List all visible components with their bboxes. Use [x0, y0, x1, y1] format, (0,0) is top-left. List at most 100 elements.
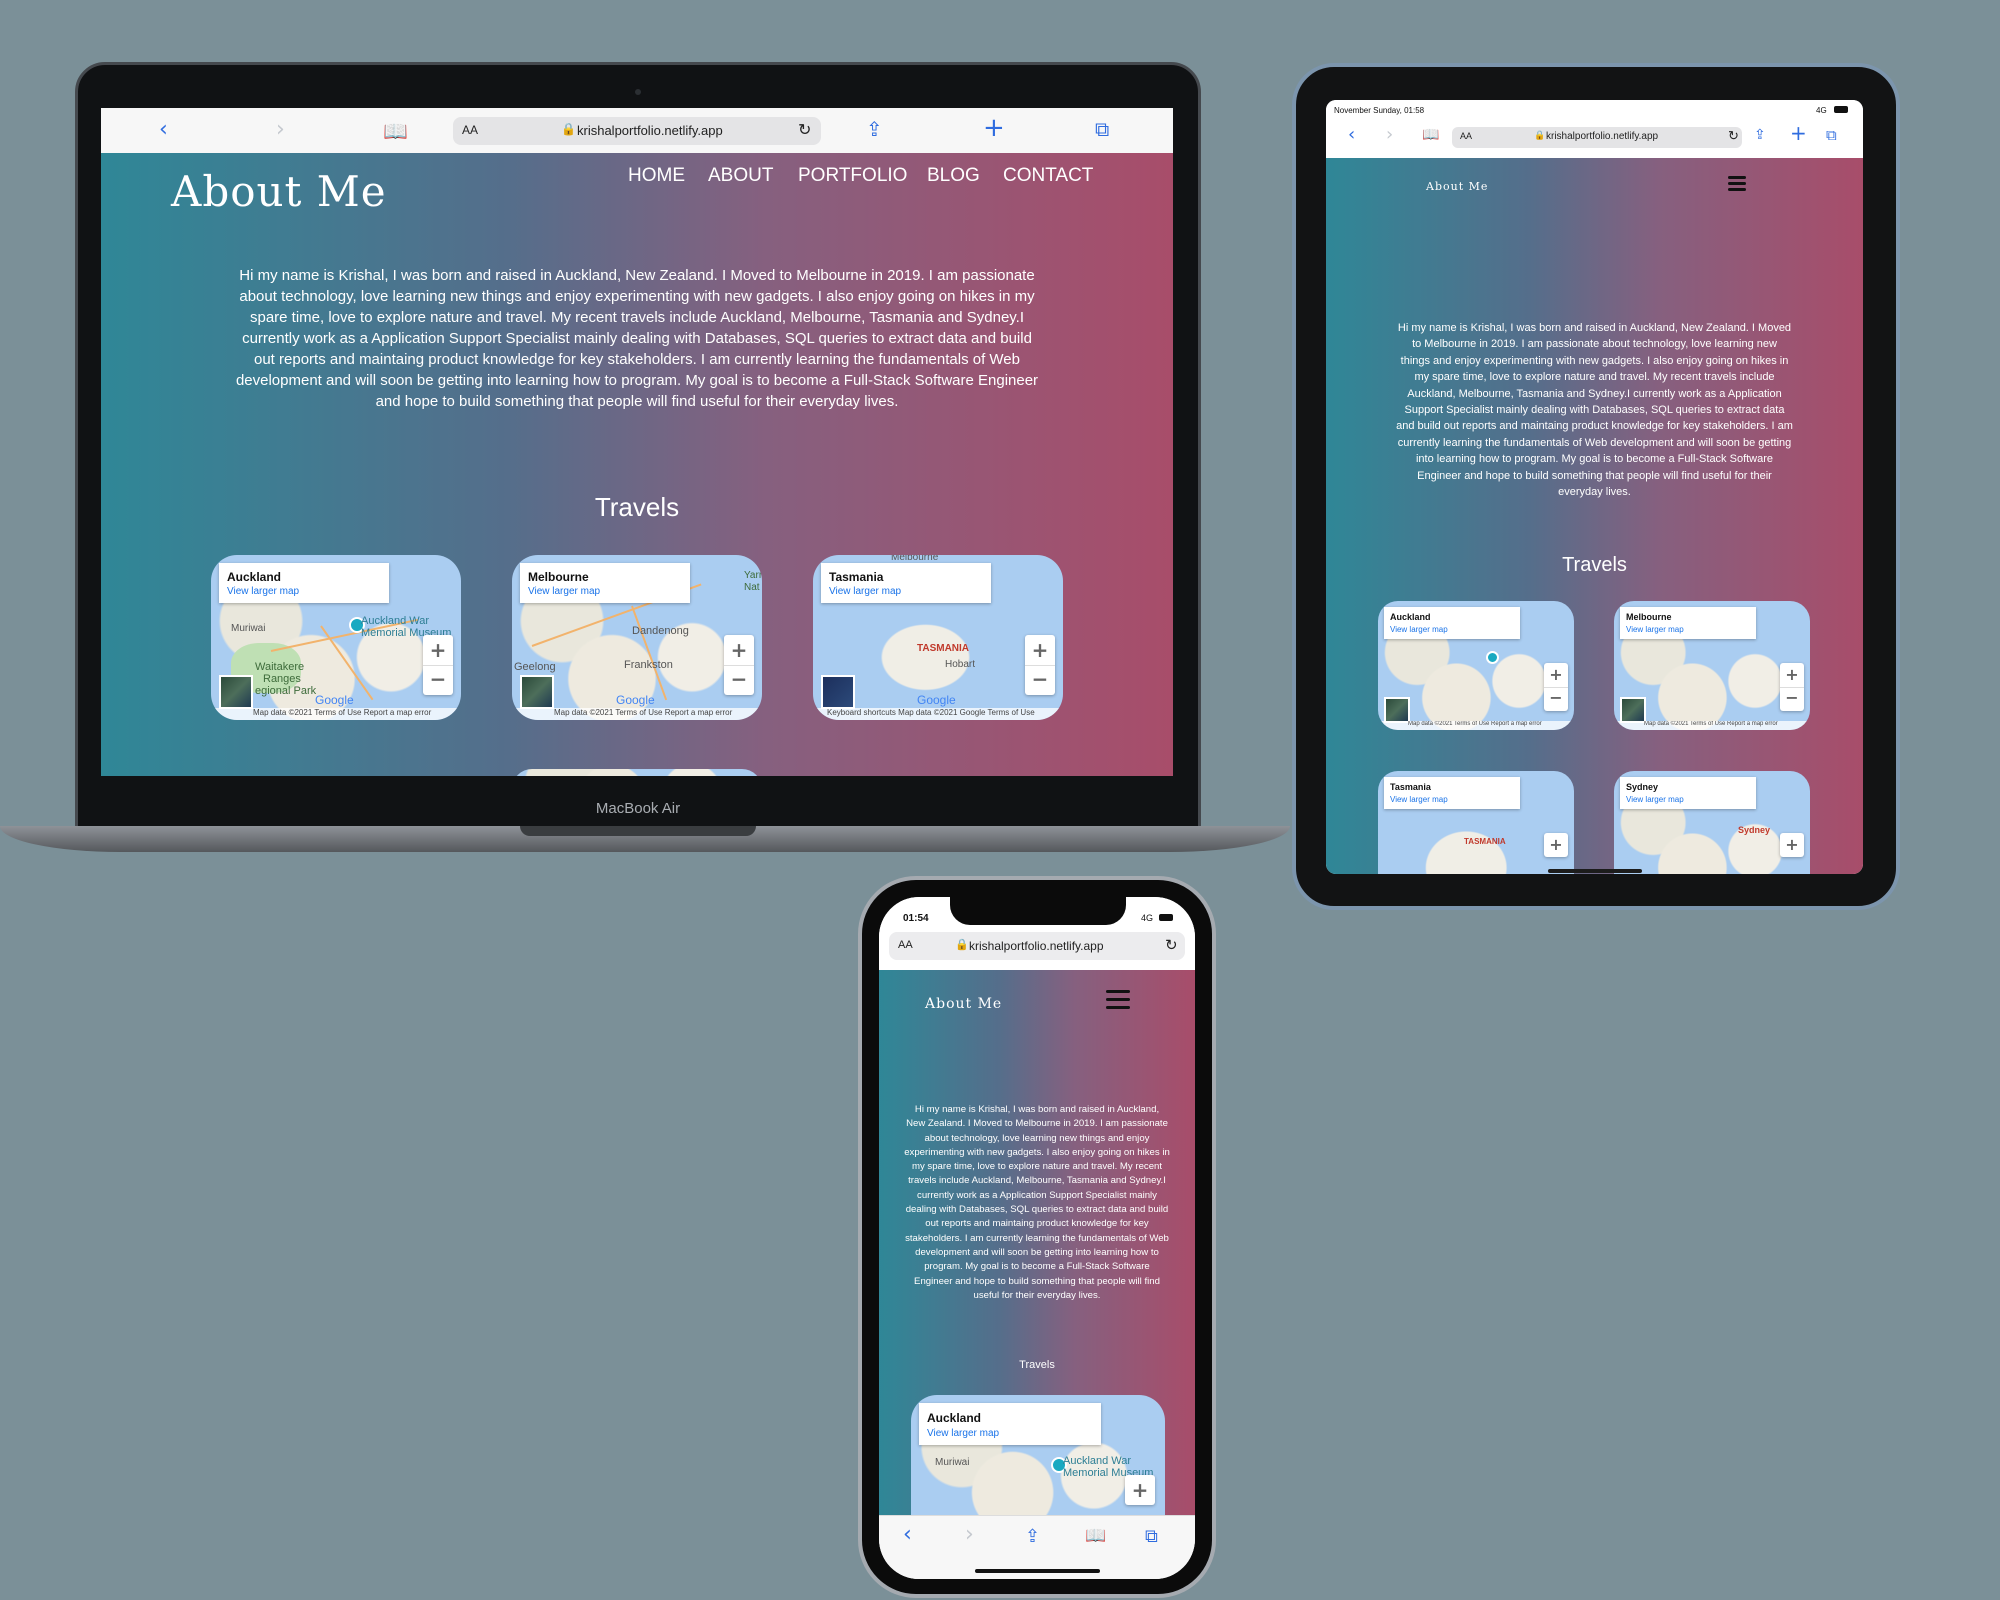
satellite-toggle[interactable]	[821, 675, 855, 709]
safari-toolbar: ‹ › 📖 AA 🔒 krishalportfolio.netlify.app …	[101, 108, 1173, 154]
map-title: Melbourne	[1626, 612, 1672, 622]
museum-pin-icon[interactable]	[1486, 651, 1499, 664]
new-tab-icon[interactable]: +	[983, 113, 1005, 143]
tabs-icon[interactable]: ⧉	[1095, 117, 1109, 141]
menu-icon[interactable]	[1728, 176, 1746, 192]
map-melbourne[interactable]: Dandenong Frankston Geelong Yarra Nat Me…	[512, 555, 762, 720]
map-auckland[interactable]: Auckland War Memorial Museum Muriwai Wai…	[211, 555, 461, 720]
bio-text: Hi my name is Krishal, I was born and ra…	[235, 267, 1039, 410]
site-logo[interactable]: About Me	[925, 996, 1002, 1012]
aa-button[interactable]: AA	[462, 123, 478, 137]
map-info-box: Tasmania View larger map	[1384, 777, 1520, 809]
map-info-box: Tasmania View larger map	[821, 563, 991, 603]
lock-icon: 🔒	[955, 939, 969, 951]
iphone-home-indicator[interactable]	[975, 1569, 1100, 1573]
back-icon[interactable]: ‹	[1348, 124, 1355, 145]
view-larger-map-link[interactable]: View larger map	[829, 586, 901, 597]
zoom-out-button[interactable]: −	[1780, 687, 1804, 712]
site-logo[interactable]: About Me	[171, 167, 387, 216]
map-info-box: Melbourne View larger map	[520, 563, 690, 603]
nav-contact[interactable]: CONTACT	[1003, 165, 1093, 187]
share-icon[interactable]: ⇪	[1754, 127, 1766, 143]
zoom-in-button[interactable]: +	[1025, 635, 1055, 665]
map-label: Nat	[744, 582, 760, 593]
macbook-camera	[635, 89, 641, 95]
map-tasmania[interactable]: TASMANIA Tasmania View larger map +	[1378, 771, 1574, 874]
menu-icon[interactable]	[1106, 990, 1130, 1010]
map-melbourne[interactable]: Melbourne View larger map + − Map data ©…	[1614, 601, 1810, 730]
map-info-box: Auckland View larger map	[919, 1403, 1101, 1445]
back-icon[interactable]: ‹	[903, 1522, 912, 1547]
back-icon[interactable]: ‹	[159, 117, 168, 142]
zoom-in-button[interactable]: +	[724, 635, 754, 665]
map-label: Ranges	[263, 673, 301, 685]
zoom-in-button[interactable]: +	[1544, 833, 1568, 857]
reload-icon[interactable]: ↻	[1165, 936, 1178, 954]
satellite-toggle[interactable]	[1620, 697, 1646, 723]
macbook-notch	[520, 826, 756, 836]
iphone-notch	[950, 895, 1126, 925]
view-larger-map-link[interactable]: View larger map	[1390, 625, 1448, 634]
new-tab-icon[interactable]: +	[1790, 121, 1807, 145]
address-bar[interactable]: AA 🔒 krishalportfolio.netlify.app ↻	[1452, 127, 1742, 148]
url-text: krishalportfolio.netlify.app	[1546, 131, 1659, 142]
forward-icon[interactable]: ›	[1386, 124, 1393, 145]
zoom-in-button[interactable]: +	[1780, 663, 1804, 687]
zoom-in-button[interactable]: +	[423, 635, 453, 665]
map-auckland[interactable]: Auckland View larger map + − Map data ©2…	[1378, 601, 1574, 730]
aa-button[interactable]: AA	[1460, 131, 1472, 141]
view-larger-map-link[interactable]: View larger map	[528, 586, 600, 597]
map-title: Auckland	[227, 570, 282, 584]
map-footer: Map data ©2021 Terms of Use Report a map…	[1614, 721, 1810, 730]
address-bar[interactable]: AA 🔒 krishalportfolio.netlify.app ↻	[453, 117, 821, 145]
map-auckland[interactable]: Auckland War Memorial Museum Muriwai Auc…	[911, 1395, 1165, 1525]
view-larger-map-link[interactable]: View larger map	[227, 586, 299, 597]
map-sydney-partial[interactable]	[512, 769, 762, 776]
site-logo[interactable]: About Me	[1426, 180, 1488, 193]
tabs-icon[interactable]: ⧉	[1145, 1526, 1158, 1547]
nav-home[interactable]: HOME	[628, 165, 685, 187]
zoom-control: + −	[1544, 663, 1568, 711]
map-title: Tasmania	[829, 570, 884, 584]
zoom-out-button[interactable]: −	[423, 665, 453, 696]
aa-button[interactable]: AA	[898, 939, 913, 951]
url-text: krishalportfolio.netlify.app	[969, 939, 1104, 953]
zoom-out-button[interactable]: −	[1025, 665, 1055, 696]
zoom-out-button[interactable]: −	[724, 665, 754, 696]
bookmarks-icon[interactable]: 📖	[383, 119, 408, 143]
map-sydney[interactable]: Sydney Sydney View larger map +	[1614, 771, 1810, 874]
tabs-icon[interactable]: ⧉	[1826, 126, 1837, 144]
satellite-toggle[interactable]	[219, 675, 253, 709]
share-icon[interactable]: ⇪	[866, 117, 883, 141]
forward-icon[interactable]: ›	[965, 1522, 974, 1547]
view-larger-map-link[interactable]: View larger map	[1626, 795, 1684, 804]
zoom-in-button[interactable]: +	[1544, 663, 1568, 687]
zoom-out-button[interactable]: −	[1544, 687, 1568, 712]
zoom-in-button[interactable]: +	[1780, 833, 1804, 857]
bookmarks-icon[interactable]: 📖	[1422, 127, 1439, 143]
ipad-status-right: 4G	[1816, 106, 1827, 115]
map-tasmania[interactable]: Melbourne TASMANIA Hobart Tasmania View …	[813, 555, 1063, 720]
view-larger-map-link[interactable]: View larger map	[927, 1428, 999, 1439]
ipad-home-indicator[interactable]	[1548, 869, 1642, 873]
map-title: Tasmania	[1390, 782, 1431, 792]
satellite-toggle[interactable]	[1384, 697, 1410, 723]
address-bar[interactable]: AA 🔒 krishalportfolio.netlify.app ↻	[889, 932, 1185, 960]
site-page: About Me HOME ABOUT PORTFOLIO BLOG CONTA…	[101, 153, 1173, 776]
ipad-screen: November Sunday, 01:58 4G ‹ › 📖 AA 🔒 kri…	[1326, 100, 1863, 874]
forward-icon[interactable]: ›	[276, 117, 285, 142]
nav-portfolio[interactable]: PORTFOLIO	[798, 165, 907, 187]
reload-icon[interactable]: ↻	[1728, 128, 1739, 144]
view-larger-map-link[interactable]: View larger map	[1626, 625, 1684, 634]
zoom-in-button[interactable]: +	[1125, 1475, 1155, 1505]
share-icon[interactable]: ⇪	[1025, 1526, 1040, 1547]
nav-about[interactable]: ABOUT	[708, 165, 773, 187]
nav-blog[interactable]: BLOG	[927, 165, 980, 187]
reload-icon[interactable]: ↻	[798, 120, 811, 140]
bookmarks-icon[interactable]: 📖	[1085, 1526, 1106, 1546]
map-label: TASMANIA	[1464, 837, 1506, 846]
ipad-status-left: November Sunday, 01:58	[1334, 106, 1425, 115]
map-footer: Map data ©2021 Terms of Use Report a map…	[1378, 721, 1574, 730]
satellite-toggle[interactable]	[520, 675, 554, 709]
view-larger-map-link[interactable]: View larger map	[1390, 795, 1448, 804]
